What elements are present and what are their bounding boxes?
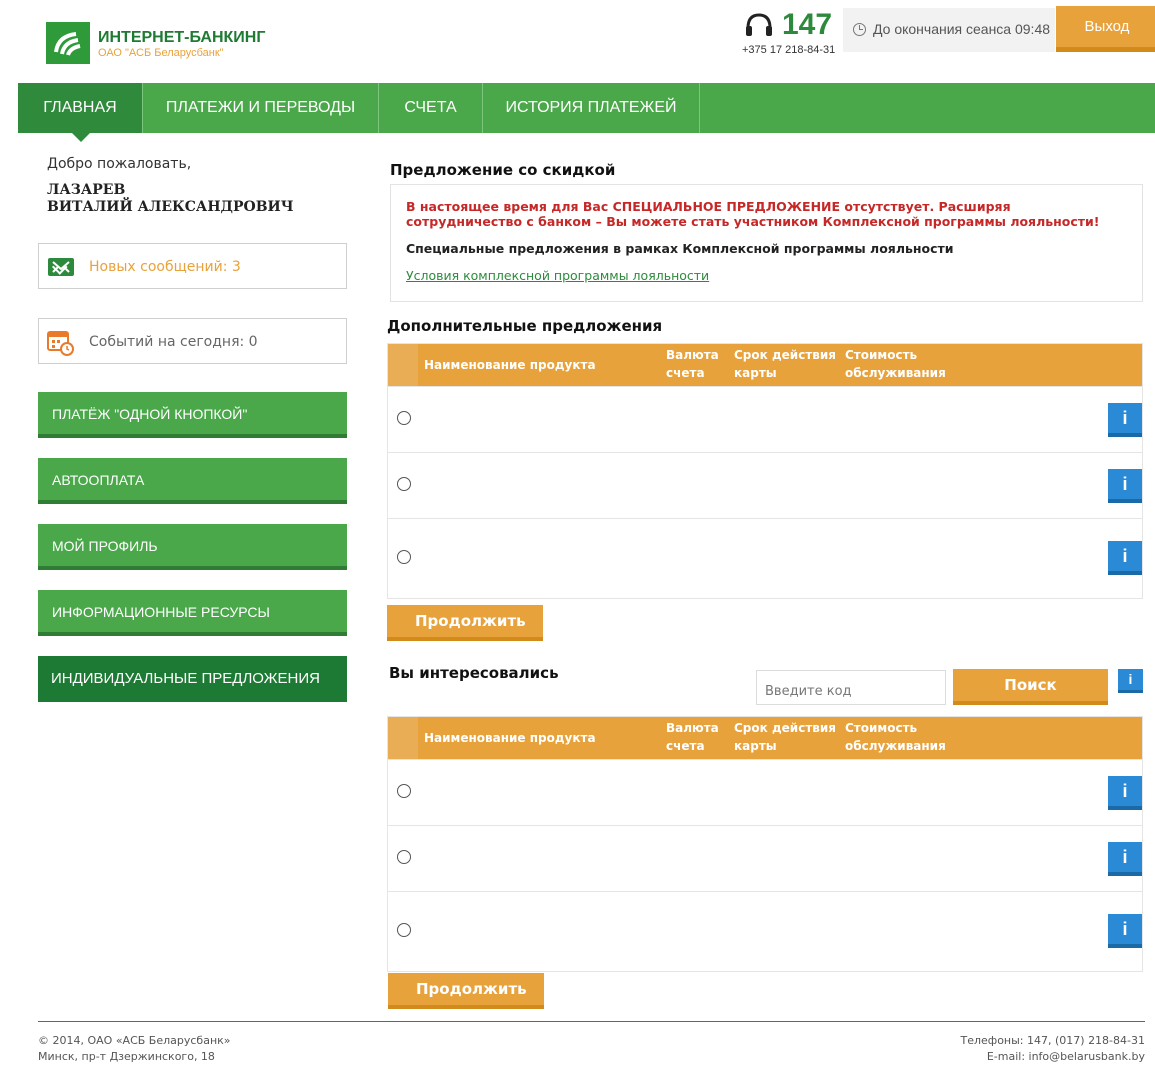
loyalty-terms-link[interactable]: Условия комплексной программы лояльности xyxy=(406,268,709,283)
column-header-card-term: Срок действия карты xyxy=(734,348,836,380)
column-header-currency: Валюта счета xyxy=(666,348,719,380)
main-nav: ГЛАВНАЯ ПЛАТЕЖИ И ПЕРЕВОДЫ СЧЕТА ИСТОРИЯ… xyxy=(18,83,1155,142)
row-radio[interactable] xyxy=(397,923,411,937)
discount-panel: В настоящее время для Вас СПЕЦИАЛЬНОЕ ПР… xyxy=(390,184,1143,302)
column-header-currency: Валюта счета xyxy=(666,721,719,753)
search-button[interactable]: Поиск xyxy=(953,669,1108,705)
column-header-product: Наименование продукта xyxy=(424,358,596,372)
user-name: ЛАЗАРЕВ ВИТАЛИЙ АЛЕКСАНДРОВИЧ xyxy=(47,182,294,216)
info-button[interactable]: i xyxy=(1108,541,1142,575)
info-button[interactable]: i xyxy=(1108,914,1142,948)
calendar-icon xyxy=(47,328,74,356)
user-last-name: ЛАЗАРЕВ xyxy=(47,182,126,198)
continue-button[interactable]: Продолжить xyxy=(388,973,544,1009)
column-header-service-cost: Стоимость обслуживания xyxy=(845,348,946,380)
loyalty-offers-text: Специальные предложения в рамках Комплек… xyxy=(406,241,954,256)
column-header-service-cost: Стоимость обслуживания xyxy=(845,721,946,753)
discount-title: Предложение со скидкой xyxy=(390,161,616,179)
table-row[interactable]: i xyxy=(388,518,1142,598)
table-header: Наименование продукта Валюта счета Срок … xyxy=(388,344,1142,386)
continue-button[interactable]: Продолжить xyxy=(387,605,543,641)
one-click-payment-button[interactable]: ПЛАТЁЖ "ОДНОЙ КНОПКОЙ" xyxy=(38,392,347,438)
info-button[interactable]: i xyxy=(1108,776,1142,810)
row-radio[interactable] xyxy=(397,411,411,425)
search-info-button[interactable]: i xyxy=(1118,669,1143,693)
search-code-input[interactable] xyxy=(756,670,946,705)
column-header-product: Наименование продукта xyxy=(424,731,596,745)
user-first-name: ВИТАЛИЙ АЛЕКСАНДРОВИЧ xyxy=(47,199,294,215)
interested-title: Вы интересовались xyxy=(389,664,559,682)
envelope-icon xyxy=(48,258,74,276)
table-row[interactable]: i xyxy=(388,891,1142,971)
row-radio[interactable] xyxy=(397,550,411,564)
interested-table: Наименование продукта Валюта счета Срок … xyxy=(387,716,1143,972)
footer-right: Телефоны: 147, (017) 218-84-31 E-mail: i… xyxy=(961,1033,1146,1065)
table-header: Наименование продукта Валюта счета Срок … xyxy=(388,717,1142,759)
nav-item-history[interactable]: ИСТОРИЯ ПЛАТЕЖЕЙ xyxy=(483,83,700,133)
nav-item-home[interactable]: ГЛАВНАЯ xyxy=(18,83,143,142)
bank-logo-icon[interactable] xyxy=(46,22,90,64)
row-radio[interactable] xyxy=(397,850,411,864)
logout-button[interactable]: Выход xyxy=(1056,6,1155,52)
table-row[interactable]: i xyxy=(388,759,1142,825)
phone-number: +375 17 218-84-31 xyxy=(742,44,836,56)
individual-offers-button[interactable]: ИНДИВИДУАЛЬНЫЕ ПРЕДЛОЖЕНИЯ xyxy=(38,656,347,702)
address-text: Минск, пр-т Дзержинского, 18 xyxy=(38,1050,215,1063)
logo-title: ИНТЕРНЕТ-БАНКИНГ xyxy=(98,29,266,46)
welcome-text: Добро пожаловать, xyxy=(47,156,192,172)
messages-box[interactable]: Новых сообщений: 3 xyxy=(38,243,347,289)
info-button[interactable]: i xyxy=(1108,403,1142,437)
nav-item-payments[interactable]: ПЛАТЕЖИ И ПЕРЕВОДЫ xyxy=(143,83,379,133)
info-button[interactable]: i xyxy=(1108,842,1142,876)
info-resources-button[interactable]: ИНФОРМАЦИОННЫЕ РЕСУРСЫ xyxy=(38,590,347,636)
info-button[interactable]: i xyxy=(1108,469,1142,503)
footer-divider xyxy=(38,1021,1145,1022)
footer-email[interactable]: E-mail: info@belarusbank.by xyxy=(961,1049,1145,1065)
my-profile-button[interactable]: МОЙ ПРОФИЛЬ xyxy=(38,524,347,570)
table-row[interactable]: i xyxy=(388,825,1142,891)
column-header-card-term: Срок действия карты xyxy=(734,721,836,753)
logo-subtitle: ОАО "АСБ Беларусбанк" xyxy=(98,47,224,59)
no-offer-message: В настоящее время для Вас СПЕЦИАЛЬНОЕ ПР… xyxy=(406,199,1100,229)
table-row[interactable]: i xyxy=(388,452,1142,518)
additional-offers-table: Наименование продукта Валюта счета Срок … xyxy=(387,343,1143,599)
autopay-button[interactable]: АВТООПЛАТА xyxy=(38,458,347,504)
footer-phones: Телефоны: 147, (017) 218-84-31 xyxy=(960,1034,1146,1047)
row-radio[interactable] xyxy=(397,477,411,491)
copyright-text: © 2014, ОАО «АСБ Беларусбанк» xyxy=(38,1034,231,1047)
table-row[interactable]: i xyxy=(388,386,1142,452)
new-messages-text: Новых сообщений: 3 xyxy=(89,259,241,275)
events-box[interactable]: Событий на сегодня: 0 xyxy=(38,318,347,364)
headset-icon xyxy=(744,12,774,40)
nav-item-accounts[interactable]: СЧЕТА xyxy=(379,83,483,133)
row-radio[interactable] xyxy=(397,784,411,798)
hotline-number: 147 xyxy=(782,8,833,41)
events-today-text: Событий на сегодня: 0 xyxy=(89,334,258,350)
clock-icon xyxy=(853,23,866,36)
additional-offers-title: Дополнительные предложения xyxy=(387,317,663,335)
session-timer-text: До окончания сеанса 09:48 xyxy=(873,21,1051,37)
footer-left: © 2014, ОАО «АСБ Беларусбанк» Минск, пр-… xyxy=(38,1033,231,1065)
